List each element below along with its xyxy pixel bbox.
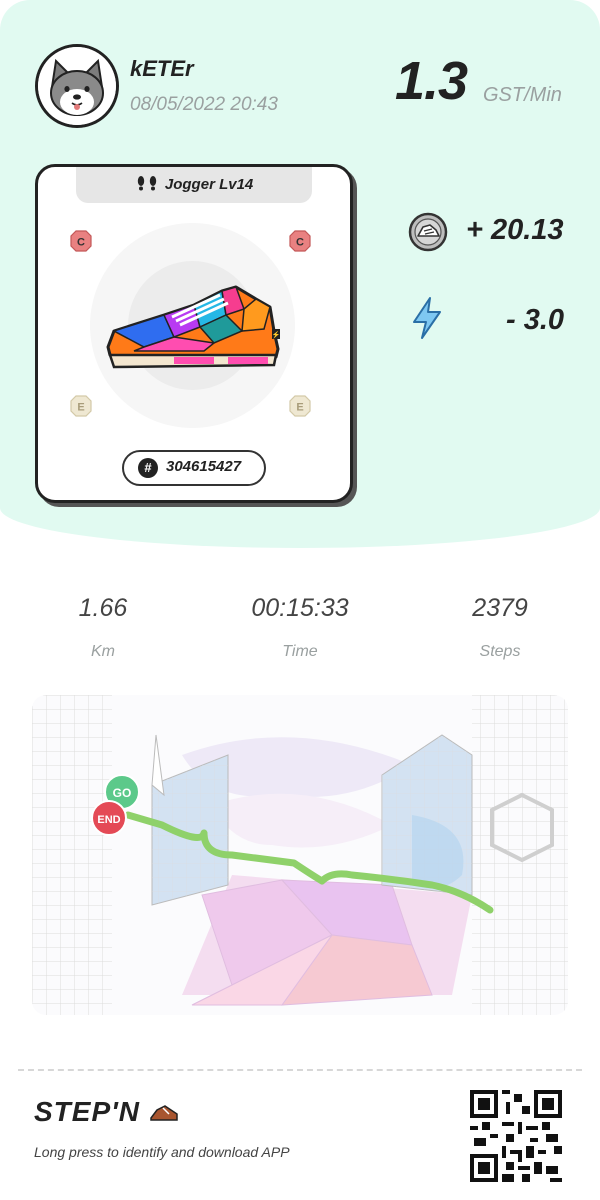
svg-text:C: C xyxy=(296,237,304,249)
stat-time-label: Time xyxy=(282,643,318,660)
sneaker-card[interactable]: Jogger Lv14 C C E E ⚡ # 304615427 xyxy=(35,164,353,503)
shiba-dog-avatar-icon xyxy=(38,47,116,125)
svg-text:E: E xyxy=(296,402,303,414)
stat-time: 00:15:33 Time xyxy=(225,594,375,661)
gst-reward-value: + 20.13 xyxy=(466,214,564,246)
svg-text:C: C xyxy=(77,237,85,249)
route-end-marker[interactable]: END xyxy=(91,800,127,836)
hash-icon: # xyxy=(138,458,158,478)
share-card: kETEr 08/05/2022 20:43 1.3 GST/Min Jogge… xyxy=(0,0,600,1200)
token-id-badge[interactable]: # 304615427 xyxy=(122,450,266,486)
stat-time-value: 00:15:33 xyxy=(251,594,349,622)
download-hint: Long press to identify and download APP xyxy=(34,1144,290,1160)
footprints-icon xyxy=(135,176,165,193)
stat-distance-label: Km xyxy=(91,643,115,660)
lightning-icon xyxy=(413,297,441,339)
gem-socket-bottom-right-icon[interactable]: E xyxy=(289,395,311,417)
avatar xyxy=(35,44,119,128)
energy-used-value: - 3.0 xyxy=(506,304,565,336)
username: kETEr xyxy=(130,56,194,81)
sneaker-level-label: Jogger Lv14 xyxy=(164,176,254,193)
stepn-logo-text: STEP'N xyxy=(34,1096,141,1127)
stat-steps-value: 2379 xyxy=(472,594,528,622)
earn-rate-value: 1.3 xyxy=(395,51,468,111)
gem-socket-top-right-icon[interactable]: C xyxy=(289,230,311,252)
route-map-illustration: GO END xyxy=(32,695,568,1015)
stat-steps-label: Steps xyxy=(479,643,521,660)
svg-text:GO: GO xyxy=(113,786,132,800)
gem-socket-bottom-left-icon[interactable]: E xyxy=(70,395,92,417)
svg-text:E: E xyxy=(77,402,84,414)
route-map[interactable]: GO END xyxy=(32,695,568,1015)
gst-coin-icon xyxy=(408,212,448,252)
stat-distance: 1.66 Km xyxy=(28,594,178,661)
stepn-logo: STEP'N xyxy=(34,1096,179,1128)
svg-text:END: END xyxy=(97,814,120,826)
footer-divider xyxy=(18,1069,582,1071)
svg-text:⚡: ⚡ xyxy=(272,330,281,339)
stat-distance-value: 1.66 xyxy=(78,594,128,622)
sneaker-logo-icon xyxy=(150,1105,178,1121)
sneaker-level-tab: Jogger Lv14 xyxy=(76,167,312,203)
gem-socket-top-left-icon[interactable]: C xyxy=(70,230,92,252)
activity-datetime: 08/05/2022 20:43 xyxy=(130,94,278,115)
qr-code-icon[interactable] xyxy=(470,1090,562,1182)
token-id-text: 304615427 xyxy=(166,458,242,475)
earn-rate-unit: GST/Min xyxy=(483,84,562,106)
sneaker-image-icon: ⚡ xyxy=(106,285,281,369)
stat-steps: 2379 Steps xyxy=(425,594,575,661)
